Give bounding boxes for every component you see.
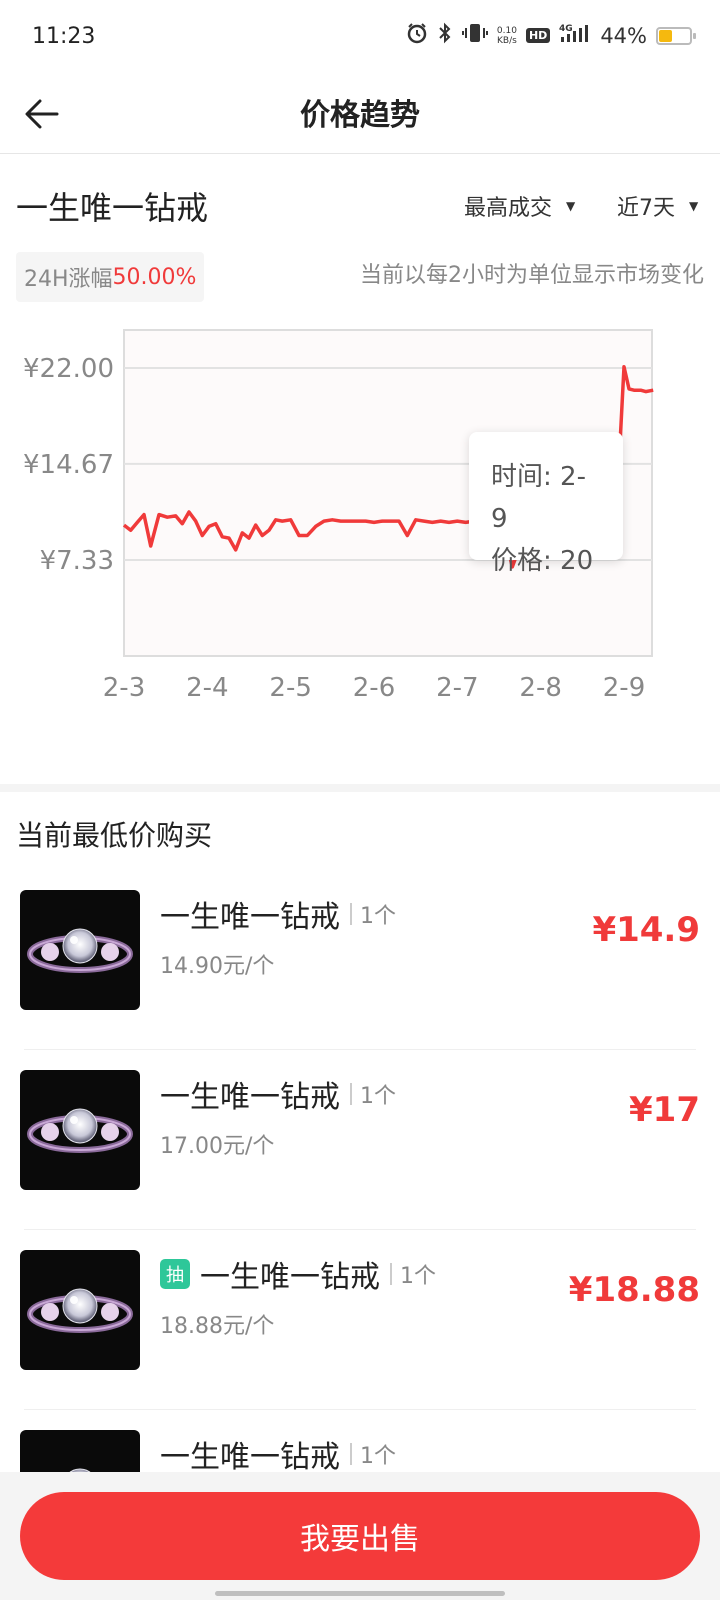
netspeed-unit: KB/s (497, 35, 517, 46)
separator (350, 1443, 352, 1465)
listing-item-qty: 1个 (400, 1264, 436, 1289)
battery-percent: 44% (600, 23, 647, 48)
listing-item-qty: 1个 (360, 1084, 396, 1109)
nav-bar: 价格趋势 (0, 78, 720, 154)
x-tick-label: 2-7 (436, 673, 478, 703)
y-tick-label: ¥14.67 (23, 450, 114, 480)
status-bar: 11:23 0.10 KB/s HD 4G 44% (0, 0, 720, 78)
home-indicator[interactable] (215, 1591, 505, 1596)
x-tick-label: 2-8 (519, 673, 561, 703)
page-title: 价格趋势 (300, 98, 420, 133)
lottery-badge: 抽 (160, 1259, 190, 1289)
svg-text:4G: 4G (559, 24, 573, 34)
filter-range-label: 近7天 (617, 196, 675, 221)
sell-button[interactable]: 我要出售 (20, 1492, 700, 1580)
listing-item-name: 一生唯一钻戒 (160, 1080, 340, 1115)
listing-item[interactable]: 一生唯一钻戒 1个 17.00元/个 ¥17 (0, 1050, 720, 1230)
bottom-bar: 我要出售 (0, 1472, 720, 1600)
vibrate-icon (461, 22, 488, 49)
listing-item-qty: 1个 (360, 1444, 396, 1469)
bluetooth-icon (437, 22, 453, 49)
hd-badge: HD (525, 28, 551, 43)
filter-type-label: 最高成交 (464, 196, 553, 221)
listing-unit-price: 17.00元/个 (160, 1134, 275, 1159)
battery-tip (693, 32, 696, 39)
listing-unit-price: 14.90元/个 (160, 954, 275, 979)
listing-item[interactable]: 抽 一生唯一钻戒 1个 18.88元/个 ¥18.88 (0, 1230, 720, 1410)
x-tick-label: 2-6 (353, 673, 395, 703)
x-tick-label: 2-4 (186, 673, 228, 703)
listing-item-name: 一生唯一钻戒 (160, 1440, 340, 1475)
status-icons: 0.10 KB/s HD 4G 44% (406, 22, 696, 49)
tooltip-time: 时间: 2-9 (491, 462, 586, 534)
chart-tooltip: 时间: 2-9 价格: 20 (469, 432, 623, 576)
listing-unit-price: 18.88元/个 (160, 1314, 275, 1339)
change-label: 24H涨幅 (24, 267, 113, 292)
listing-item[interactable]: 一生唯一钻戒 1个 14.90元/个 ¥14.9 (0, 870, 720, 1050)
separator (390, 1263, 392, 1285)
listing-item-name: 一生唯一钻戒 (200, 1260, 380, 1295)
battery-icon (656, 26, 696, 45)
item-name-row: 抽 一生唯一钻戒 1个 (160, 1252, 436, 1296)
filter-range-dropdown[interactable]: 近7天 ▼ (617, 190, 698, 222)
item-title: 一生唯一钻戒 (16, 189, 209, 227)
x-tick-label: 2-5 (269, 673, 311, 703)
change-badge: 24H涨幅 50.00% (16, 252, 205, 302)
listing-price: ¥17 (629, 1090, 700, 1130)
ring-thumbnail (20, 890, 140, 1010)
caret-down-icon: ▼ (689, 199, 699, 213)
separator (350, 903, 352, 925)
hint-text: 当前以每2小时为单位显示市场变化 (360, 263, 704, 288)
netspeed-value: 0.10 (496, 25, 517, 36)
caret-down-icon: ▼ (566, 199, 576, 213)
listing-item-qty: 1个 (360, 904, 396, 929)
x-tick-label: 2-9 (603, 673, 645, 703)
y-tick-label: ¥7.33 (40, 546, 114, 576)
item-name-row: 一生唯一钻戒 1个 (160, 1432, 396, 1476)
ring-thumbnail (20, 1250, 140, 1370)
network-speed: 0.10 KB/s (497, 26, 517, 46)
listing-title: 当前最低价购买 (16, 819, 213, 852)
listing-price: ¥18.88 (568, 1270, 700, 1310)
x-tick-label: 2-3 (103, 673, 145, 703)
listing-price: ¥14.9 (592, 910, 700, 950)
ring-thumbnail (20, 1070, 140, 1190)
change-value: 50.00% (112, 264, 197, 290)
tooltip-price: 价格: 20 (491, 546, 594, 576)
section-divider (0, 784, 720, 792)
status-time: 11:23 (32, 24, 96, 49)
filter-type-dropdown[interactable]: 最高成交 ▼ (464, 190, 575, 222)
battery-fill (659, 29, 672, 42)
item-name-row: 一生唯一钻戒 1个 (160, 892, 396, 936)
listing-item-name: 一生唯一钻戒 (160, 900, 340, 935)
separator (350, 1083, 352, 1105)
signal-icon: 4G (559, 22, 591, 49)
y-tick-label: ¥22.00 (23, 354, 114, 384)
alarm-icon (406, 22, 428, 49)
item-name-row: 一生唯一钻戒 1个 (160, 1072, 396, 1116)
